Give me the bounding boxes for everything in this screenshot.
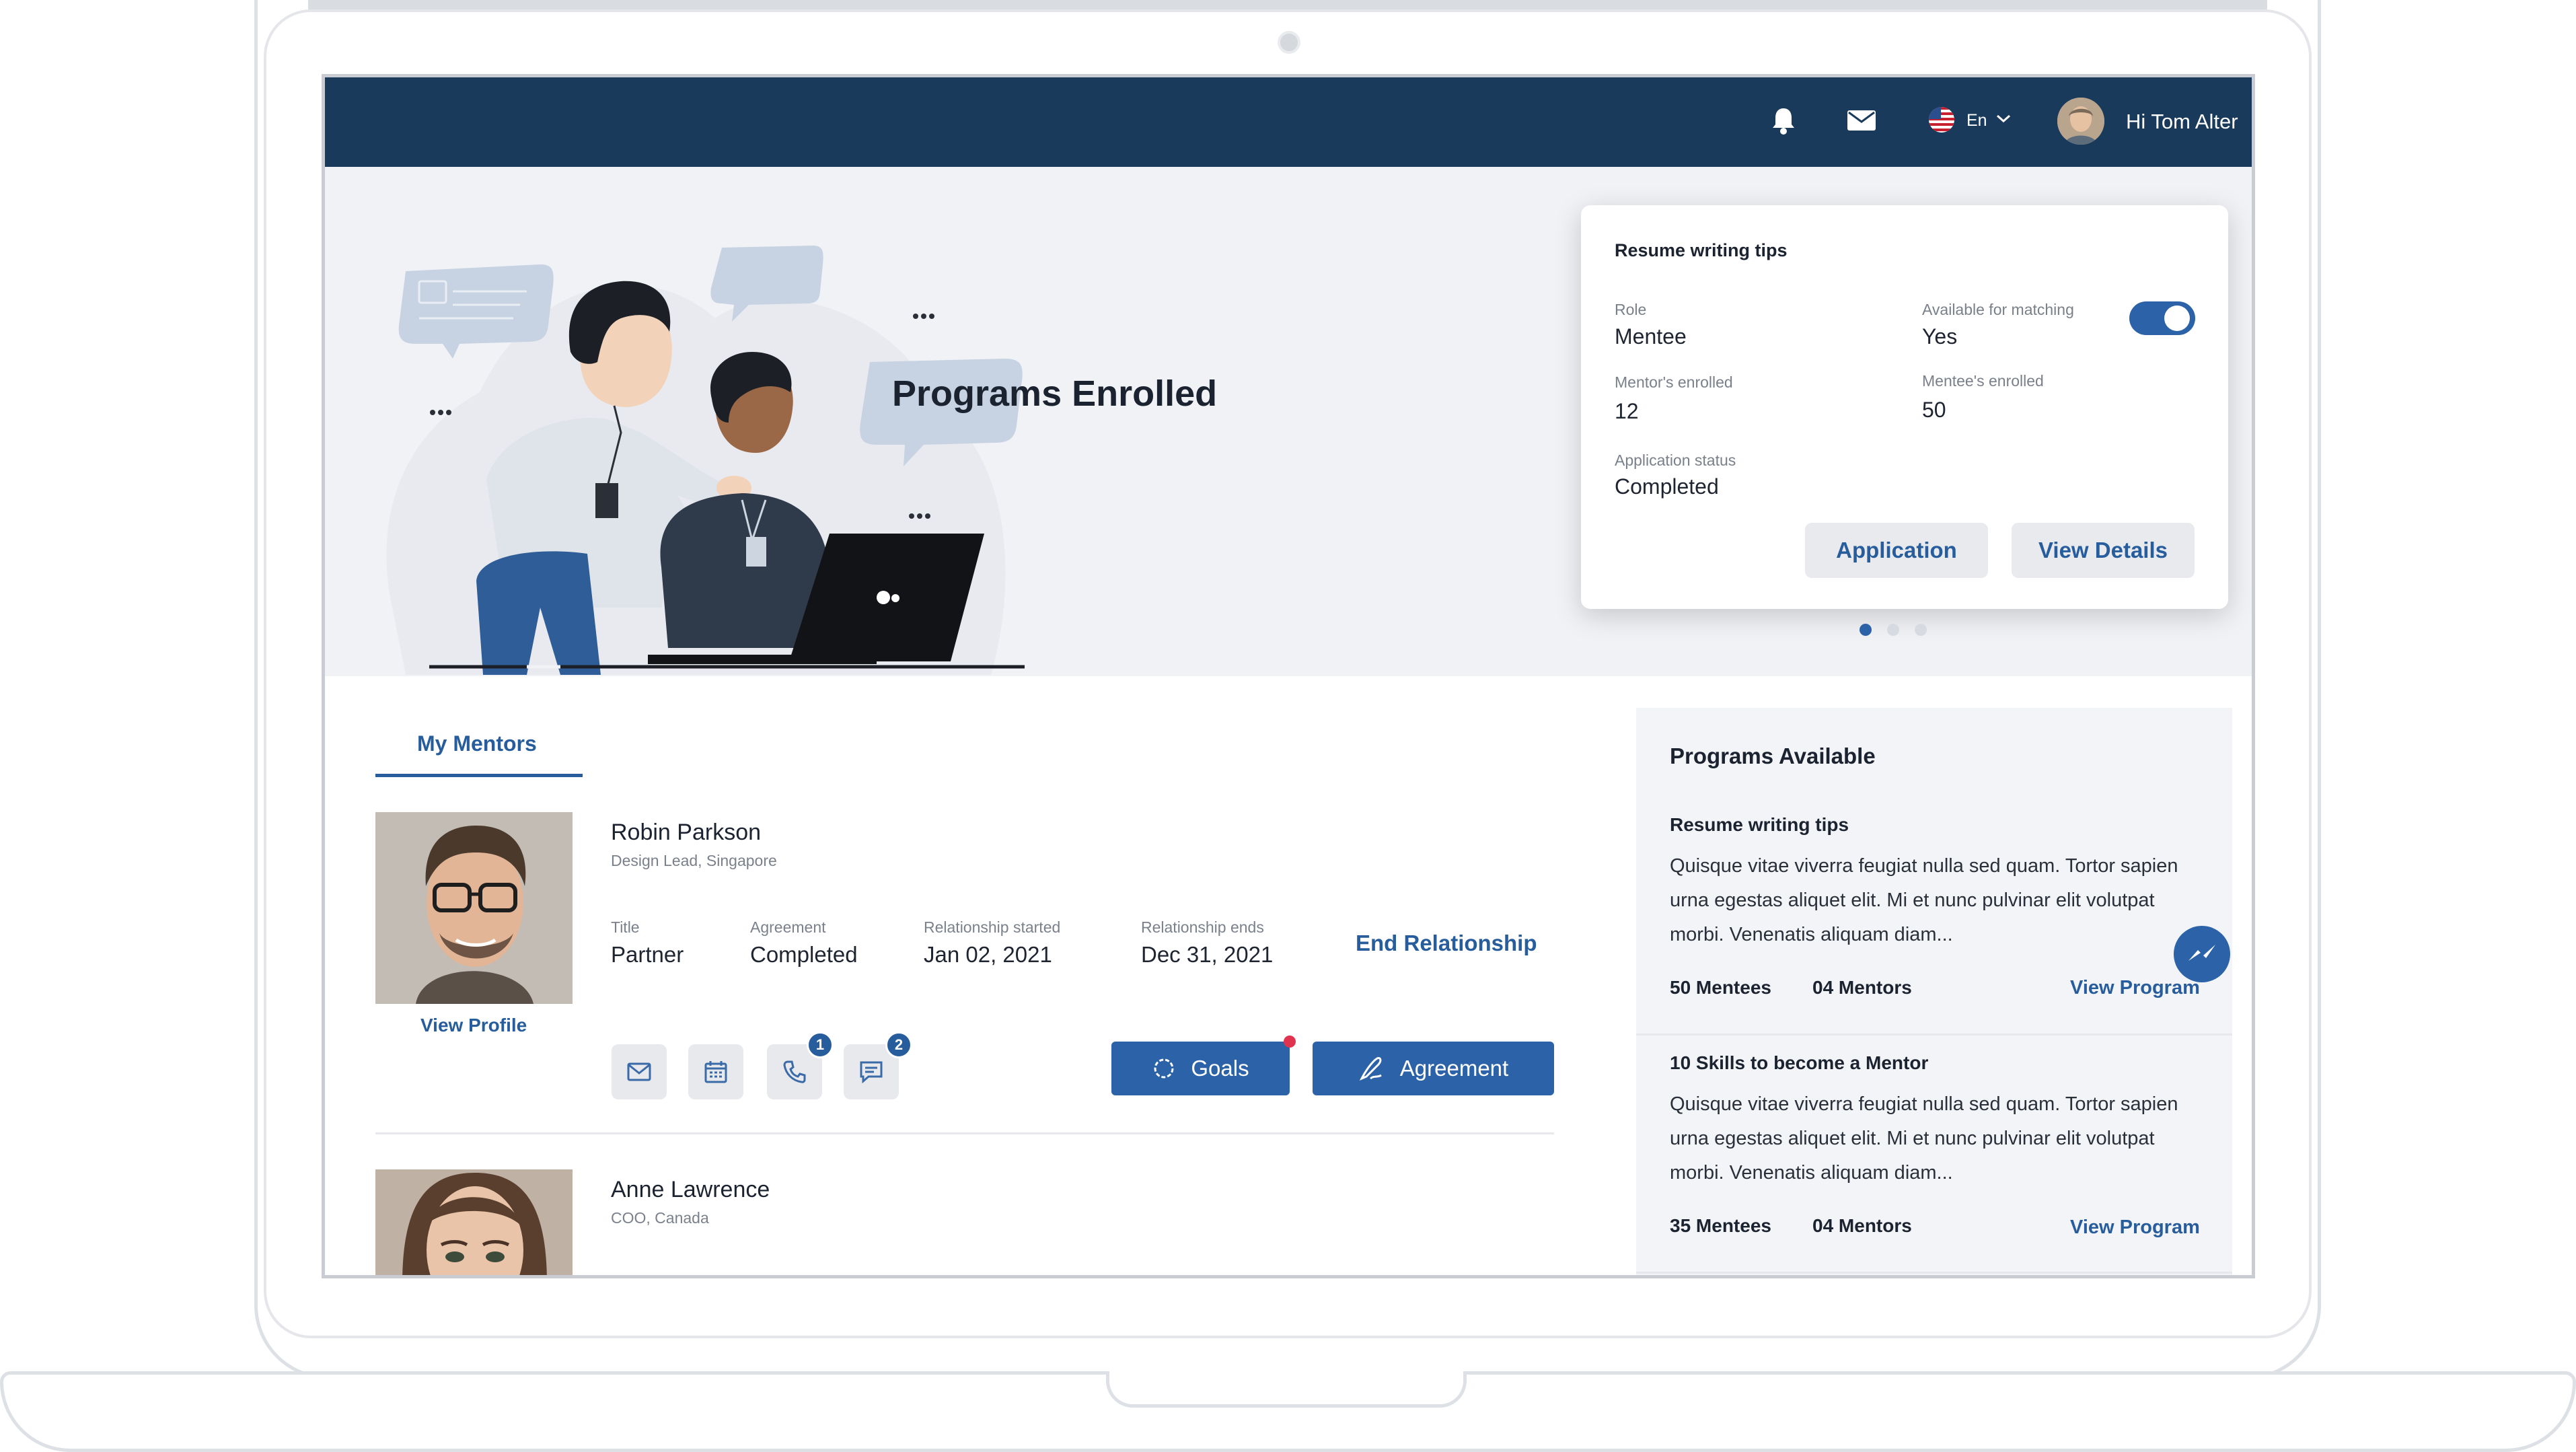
signature-icon bbox=[1359, 1057, 1382, 1081]
goals-notification-dot bbox=[1284, 1036, 1296, 1048]
phone-icon bbox=[783, 1060, 806, 1083]
goals-label: Goals bbox=[1191, 1056, 1249, 1081]
program-description: Quisque vitae viverra feugiat nulla sed … bbox=[1670, 855, 2178, 945]
messenger-icon bbox=[2188, 945, 2215, 961]
goals-icon bbox=[1154, 1058, 1174, 1079]
view-profile-link[interactable]: View Profile bbox=[420, 1015, 527, 1036]
view-program-link[interactable]: View Program bbox=[2070, 1217, 2200, 1239]
program-divider bbox=[1636, 1272, 2232, 1274]
mentor-subtitle: Design Lead, Singapore bbox=[611, 852, 777, 869]
hero-banner: Programs Enrolled Resume writing tips Ro… bbox=[325, 167, 2252, 676]
mentor-subtitle: COO, Canada bbox=[611, 1209, 709, 1227]
enrolled-program-card: Resume writing tips Role Mentee Availabl… bbox=[1581, 205, 2228, 609]
agreement-label: Agreement bbox=[1399, 1056, 1509, 1081]
end-relationship-link[interactable]: End Relationship bbox=[1356, 931, 1537, 956]
chat-badge: 2 bbox=[885, 1031, 912, 1058]
application-status-value: Completed bbox=[1615, 474, 1719, 499]
matching-label: Available for matching bbox=[1922, 301, 2074, 318]
application-status-label: Application status bbox=[1615, 451, 1736, 469]
agreement-value: Completed bbox=[750, 942, 858, 967]
title-label: Title bbox=[611, 918, 640, 936]
agreement-button[interactable]: Agreement bbox=[1313, 1042, 1554, 1095]
mentors-enrolled-value: 12 bbox=[1615, 399, 1639, 423]
program-card-title: Resume writing tips bbox=[1615, 240, 1788, 260]
email-mentor-button[interactable] bbox=[612, 1044, 667, 1099]
us-flag-icon[interactable] bbox=[1929, 107, 1954, 133]
messenger-fab[interactable] bbox=[2174, 926, 2230, 982]
mentors-enrolled-label: Mentor's enrolled bbox=[1615, 373, 1733, 391]
mentor-photo bbox=[375, 812, 573, 1004]
matching-value: Yes bbox=[1922, 324, 1958, 349]
app-screen: En Hi Tom Alter Programs Enrolled Resume… bbox=[322, 74, 2255, 1278]
view-details-button[interactable]: View Details bbox=[2012, 523, 2195, 578]
carousel-dot-3[interactable] bbox=[1915, 624, 1927, 636]
mentor-photo bbox=[375, 1169, 573, 1275]
title-value: Partner bbox=[611, 942, 684, 967]
mentor-name: Robin Parkson bbox=[611, 820, 762, 845]
toggle-knob bbox=[2164, 305, 2190, 331]
mail-icon bbox=[627, 1062, 651, 1081]
program-name: Resume writing tips bbox=[1670, 814, 1849, 835]
mentoring-illustration bbox=[386, 246, 1025, 675]
user-avatar[interactable] bbox=[2057, 98, 2104, 145]
carousel-dot-2[interactable] bbox=[1887, 624, 1899, 636]
program-mentors-count: 04 Mentors bbox=[1812, 977, 1912, 998]
role-label: Role bbox=[1615, 301, 1647, 318]
mentor-name: Anne Lawrence bbox=[611, 1177, 770, 1202]
mail-icon[interactable] bbox=[1847, 110, 1876, 131]
programs-available-title: Programs Available bbox=[1670, 743, 1876, 768]
program-mentees-count: 50 Mentees bbox=[1670, 977, 1771, 998]
relationship-ends-label: Relationship ends bbox=[1141, 918, 1264, 936]
application-button[interactable]: Application bbox=[1805, 523, 1988, 578]
mentees-enrolled-label: Mentee's enrolled bbox=[1922, 372, 2044, 390]
relationship-ends-value: Dec 31, 2021 bbox=[1141, 942, 1274, 967]
chat-icon bbox=[860, 1061, 883, 1083]
schedule-button[interactable] bbox=[688, 1044, 743, 1099]
bell-icon[interactable] bbox=[1771, 106, 1796, 135]
carousel-dot-1[interactable] bbox=[1860, 624, 1872, 636]
role-value: Mentee bbox=[1615, 324, 1687, 349]
laptop-base-notch bbox=[1106, 1371, 1467, 1408]
mentor-divider bbox=[375, 1132, 1554, 1134]
webcam bbox=[1278, 31, 1300, 54]
mentees-enrolled-value: 50 bbox=[1922, 398, 1946, 422]
programs-available-panel: Programs Available Resume writing tips Q… bbox=[1636, 708, 2232, 1275]
matching-toggle[interactable] bbox=[2129, 301, 2195, 335]
relationship-started-label: Relationship started bbox=[924, 918, 1061, 936]
program-name: 10 Skills to become a Mentor bbox=[1670, 1052, 1929, 1073]
agreement-label: Agreement bbox=[750, 918, 826, 936]
tab-active-underline bbox=[375, 774, 583, 777]
call-badge: 1 bbox=[807, 1031, 834, 1058]
program-divider bbox=[1636, 1033, 2232, 1036]
relationship-started-value: Jan 02, 2021 bbox=[924, 942, 1052, 967]
goals-button[interactable]: Goals bbox=[1111, 1042, 1290, 1095]
chevron-down-icon[interactable] bbox=[1995, 112, 2012, 124]
hero-title: Programs Enrolled bbox=[892, 373, 1218, 414]
language-selector[interactable]: En bbox=[1966, 111, 1987, 131]
calendar-icon bbox=[704, 1061, 727, 1083]
program-description: Quisque vitae viverra feugiat nulla sed … bbox=[1670, 1093, 2178, 1184]
program-mentors-count: 04 Mentors bbox=[1812, 1215, 1912, 1236]
program-mentees-count: 35 Mentees bbox=[1670, 1215, 1771, 1236]
tab-my-mentors[interactable]: My Mentors bbox=[417, 731, 537, 756]
user-greeting[interactable]: Hi Tom Alter bbox=[2126, 110, 2238, 134]
view-program-link[interactable]: View Program bbox=[2070, 977, 2200, 999]
top-navigation-bar: En Hi Tom Alter bbox=[325, 77, 2252, 167]
